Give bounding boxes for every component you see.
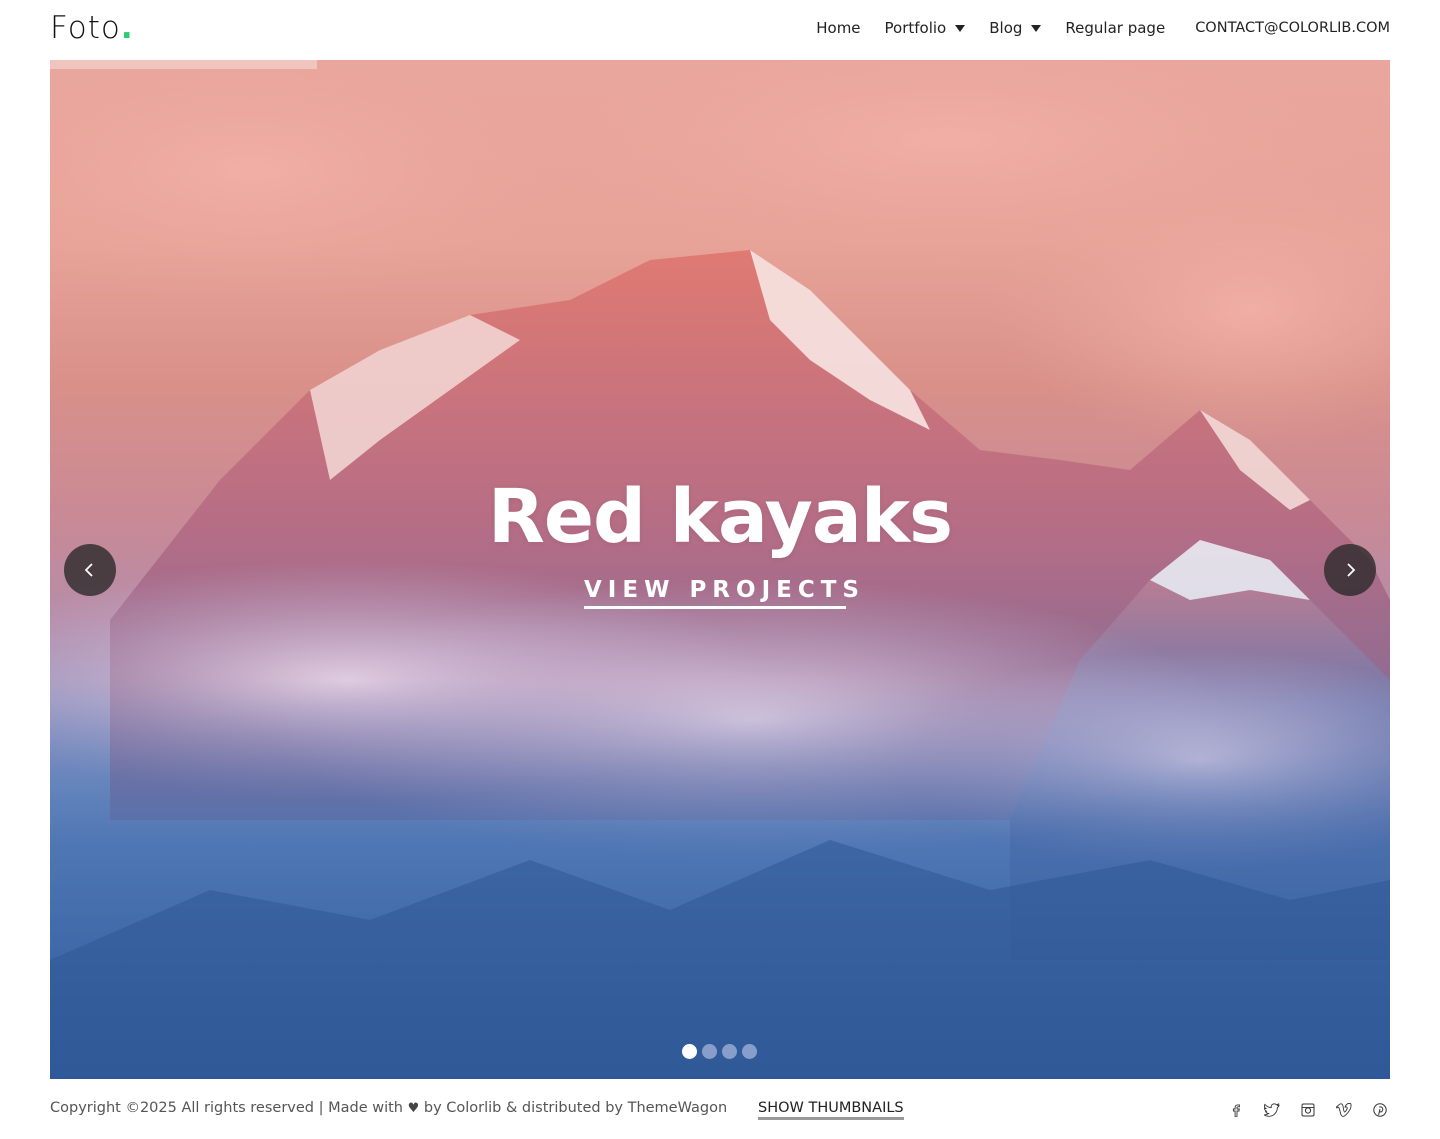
slider-dot-3[interactable] bbox=[722, 1044, 737, 1059]
slider-dots bbox=[682, 1044, 762, 1059]
social-links bbox=[1210, 1100, 1390, 1120]
slider-next-button[interactable] bbox=[1324, 544, 1376, 596]
site-logo[interactable]: Foto. bbox=[50, 10, 134, 46]
copyright-prefix: Copyright ©2025 All rights reserved | Ma… bbox=[50, 1100, 408, 1116]
copyright-suffix: by Colorlib & distributed by ThemeWagon bbox=[419, 1100, 728, 1116]
hero-slider: Red kayaks VIEW PROJECTS bbox=[50, 60, 1390, 1079]
slide-progress-strip bbox=[50, 60, 317, 69]
contact-email-label: CONTACT@COLORLIB.COM bbox=[1195, 20, 1390, 36]
copyright-text: Copyright ©2025 All rights reserved | Ma… bbox=[50, 1100, 727, 1116]
site-header: Foto. Home Portfolio Blog Regular page C… bbox=[50, 0, 1390, 60]
chevron-right-icon bbox=[1347, 563, 1356, 577]
instagram-icon[interactable] bbox=[1298, 1100, 1318, 1120]
chevron-left-icon bbox=[84, 563, 93, 577]
nav-item-label: Regular page bbox=[1065, 19, 1166, 37]
nav-item-portfolio[interactable]: Portfolio bbox=[885, 19, 966, 37]
mountain-background-image bbox=[50, 60, 1390, 1079]
show-thumbnails-button[interactable]: SHOW THUMBNAILS bbox=[758, 1100, 904, 1120]
nav-item-label: Blog bbox=[989, 19, 1023, 37]
nav-item-label: Home bbox=[816, 19, 861, 37]
nav-item-label: Portfolio bbox=[884, 19, 947, 37]
facebook-icon[interactable] bbox=[1226, 1100, 1246, 1120]
view-projects-button[interactable]: VIEW PROJECTS bbox=[584, 577, 859, 609]
contact-email-link[interactable]: CONTACT@COLORLIB.COM bbox=[1195, 20, 1390, 36]
caret-down-icon bbox=[1031, 25, 1042, 32]
logo-dot: . bbox=[120, 10, 134, 46]
main-nav: Home Portfolio Blog Regular page CONTACT… bbox=[792, 19, 1390, 37]
nav-item-home[interactable]: Home bbox=[816, 19, 860, 37]
twitter-icon[interactable] bbox=[1262, 1100, 1282, 1120]
logo-text: Foto bbox=[50, 10, 121, 46]
hero-title: Red kayaks bbox=[487, 474, 953, 560]
slider-dot-2[interactable] bbox=[702, 1044, 717, 1059]
slider-prev-button[interactable] bbox=[64, 544, 116, 596]
heart-icon: ♥ bbox=[407, 1101, 420, 1116]
vimeo-icon[interactable] bbox=[1334, 1100, 1354, 1120]
site-footer: Copyright ©2025 All rights reserved | Ma… bbox=[50, 1079, 1390, 1139]
caret-down-icon bbox=[955, 25, 966, 32]
pinterest-icon[interactable] bbox=[1370, 1100, 1390, 1120]
slider-dot-4[interactable] bbox=[742, 1044, 757, 1059]
nav-item-regular-page[interactable]: Regular page bbox=[1065, 19, 1165, 37]
slider-dot-1[interactable] bbox=[682, 1044, 697, 1059]
nav-item-blog[interactable]: Blog bbox=[989, 19, 1042, 37]
